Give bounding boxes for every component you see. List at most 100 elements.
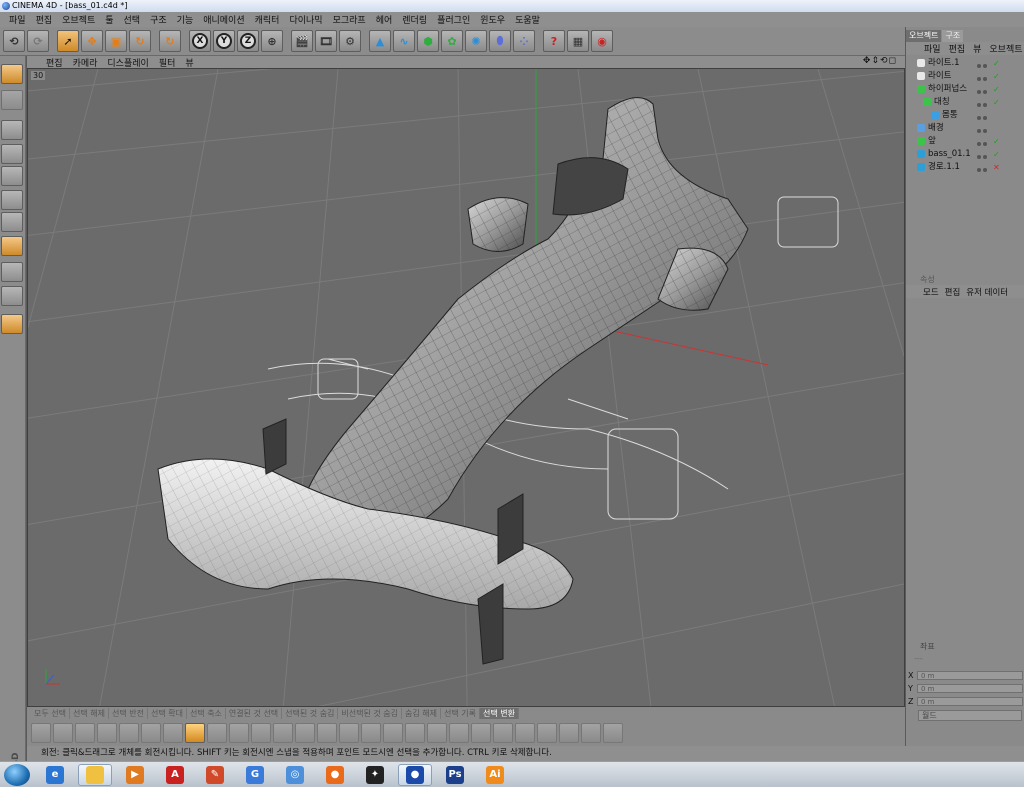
coordinate-mode-dropdown[interactable]: 월드 <box>918 710 1022 721</box>
om-menu-view[interactable]: 뷰 <box>969 42 985 55</box>
om-menu-edit[interactable]: 편집 <box>945 42 970 55</box>
tab-deselect-all[interactable]: 선택 해제 <box>70 708 109 719</box>
om-menu-file[interactable]: 파일 <box>920 42 945 55</box>
tool-icon[interactable] <box>295 723 315 743</box>
viewport-nav-icons[interactable]: ✥⇕⟲◻ <box>858 56 902 66</box>
use-polygons-mode-icon[interactable] <box>1 166 23 186</box>
menu-structure[interactable]: 구조 <box>145 13 172 26</box>
coord-x-field[interactable]: 0 m <box>917 671 1023 680</box>
viewport-menu-display[interactable]: 디스플레이 <box>102 56 153 69</box>
render-view-icon[interactable]: 🎬 <box>291 30 313 52</box>
environment-icon[interactable]: ⁘ <box>513 30 535 52</box>
object-item-light-1[interactable]: 라이트.1 ✓ <box>911 57 1024 70</box>
tool-icon[interactable] <box>449 723 469 743</box>
taskbar-explorer[interactable] <box>78 763 112 786</box>
tool-icon[interactable] <box>581 723 601 743</box>
tool-icon[interactable] <box>405 723 425 743</box>
taskbar-acrobat[interactable]: A <box>158 764 192 786</box>
tool-icon[interactable] <box>383 723 403 743</box>
taskbar-paint[interactable]: ✎ <box>198 764 232 786</box>
undo-icon[interactable]: ⟲ <box>3 30 25 52</box>
tool-icon[interactable] <box>163 723 183 743</box>
particle-icon[interactable]: ? <box>543 30 565 52</box>
modeling-icon[interactable]: ✿ <box>441 30 463 52</box>
x-axis-icon[interactable]: X <box>189 30 211 52</box>
taskbar-firefox[interactable]: ● <box>318 764 352 786</box>
om-menu-objects[interactable]: 오브젝트 <box>985 42 1024 55</box>
axis-icon[interactable] <box>1 286 23 306</box>
tab-objects[interactable]: 오브젝트 <box>906 30 942 42</box>
tab-shrink-selection[interactable]: 선택 축소 <box>187 708 226 719</box>
tool-icon[interactable] <box>229 723 249 743</box>
use-points-mode-icon[interactable] <box>1 120 23 140</box>
use-model-mode-icon[interactable] <box>1 64 23 84</box>
z-axis-icon[interactable]: Z <box>237 30 259 52</box>
sculpt-icon[interactable] <box>1 314 23 334</box>
menu-character[interactable]: 캐릭터 <box>250 13 285 26</box>
menu-mograph[interactable]: 모그라프 <box>328 13 371 26</box>
menu-animation[interactable]: 애니메이션 <box>198 13 249 26</box>
spline-icon[interactable]: ∿ <box>393 30 415 52</box>
tool-icon[interactable] <box>119 723 139 743</box>
tool-icon[interactable] <box>97 723 117 743</box>
tool-icon[interactable] <box>207 723 227 743</box>
menu-window[interactable]: 윈도우 <box>475 13 510 26</box>
perspective-viewport[interactable]: 30 <box>27 68 905 707</box>
display-icon[interactable]: ◉ <box>591 30 613 52</box>
taskbar-cinema4d[interactable]: ● <box>398 763 432 786</box>
object-item-hypernurbs[interactable]: 하이퍼넙스 ✓ <box>911 83 1024 96</box>
menu-selection[interactable]: 선택 <box>119 13 146 26</box>
tool-icon[interactable] <box>559 723 579 743</box>
taskbar-safari[interactable]: ◎ <box>278 764 312 786</box>
scale-icon[interactable]: ▣ <box>105 30 127 52</box>
object-item-body[interactable]: 몸통 <box>911 109 1024 122</box>
tool-icon[interactable] <box>53 723 73 743</box>
scene-icon[interactable]: ⬮ <box>489 30 511 52</box>
tool-icon[interactable] <box>339 723 359 743</box>
tab-invert-selection[interactable]: 선택 반전 <box>109 708 148 719</box>
tab-select-connected[interactable]: 연결된 것 선택 <box>226 708 283 719</box>
tool-icon[interactable] <box>251 723 271 743</box>
redo-icon[interactable]: ⟳ <box>27 30 49 52</box>
object-item-front[interactable]: 앞 ✓ <box>911 135 1024 148</box>
tool-icon[interactable] <box>603 723 623 743</box>
render-settings-icon[interactable]: ⚙ <box>339 30 361 52</box>
menu-objects[interactable]: 오브젝트 <box>57 13 100 26</box>
menu-hair[interactable]: 헤어 <box>371 13 398 26</box>
menu-file[interactable]: 파일 <box>4 13 31 26</box>
attr-menu-mode[interactable]: 모드 <box>920 286 942 298</box>
taskbar-photoshop[interactable]: Ps <box>438 764 472 786</box>
taskbar-g[interactable]: G <box>238 764 272 786</box>
recent-tool-icon[interactable]: ↻ <box>159 30 181 52</box>
viewport-menu-filter[interactable]: 필터 <box>154 56 181 69</box>
taskbar-ie[interactable]: e <box>38 764 72 786</box>
tool-icon[interactable] <box>537 723 557 743</box>
object-item-symmetry[interactable]: 대칭 ✓ <box>911 96 1024 109</box>
attr-menu-edit[interactable]: 편집 <box>942 286 964 298</box>
menu-edit[interactable]: 편집 <box>31 13 58 26</box>
tool-icon[interactable] <box>427 723 447 743</box>
cube-primitive-icon[interactable]: ▲ <box>369 30 391 52</box>
tool-icon[interactable] <box>141 723 161 743</box>
object-item-light[interactable]: 라이트 ✓ <box>911 70 1024 83</box>
add-point-icon[interactable] <box>185 723 205 743</box>
object-item-bass-01-1[interactable]: bass_01.1 ✓ <box>911 148 1024 161</box>
start-button[interactable] <box>4 763 30 786</box>
snap-icon[interactable] <box>1 262 23 282</box>
menu-help[interactable]: 도움말 <box>510 13 545 26</box>
use-object-mode-icon[interactable] <box>1 90 23 110</box>
tab-convert-selection[interactable]: 선택 변환 <box>480 708 519 719</box>
tool-icon[interactable] <box>515 723 535 743</box>
rotate-icon[interactable]: ↻ <box>129 30 151 52</box>
menu-functions[interactable]: 기능 <box>172 13 199 26</box>
tool-icon[interactable] <box>361 723 381 743</box>
viewport-menu-edit[interactable]: 편집 <box>41 56 68 69</box>
tab-hide-selected[interactable]: 선택된 것 숨김 <box>282 708 339 719</box>
nurbs-icon[interactable]: ⬢ <box>417 30 439 52</box>
menu-dynamics[interactable]: 다이나믹 <box>284 13 327 26</box>
render-picture-viewer-icon[interactable]: 🎞 <box>315 30 337 52</box>
taskbar-media-player[interactable]: ▶ <box>118 764 152 786</box>
attr-menu-user-data[interactable]: 유저 데이터 <box>963 286 1011 298</box>
tab-structure[interactable]: 구조 <box>942 30 964 42</box>
menu-plugins[interactable]: 플러그인 <box>432 13 475 26</box>
